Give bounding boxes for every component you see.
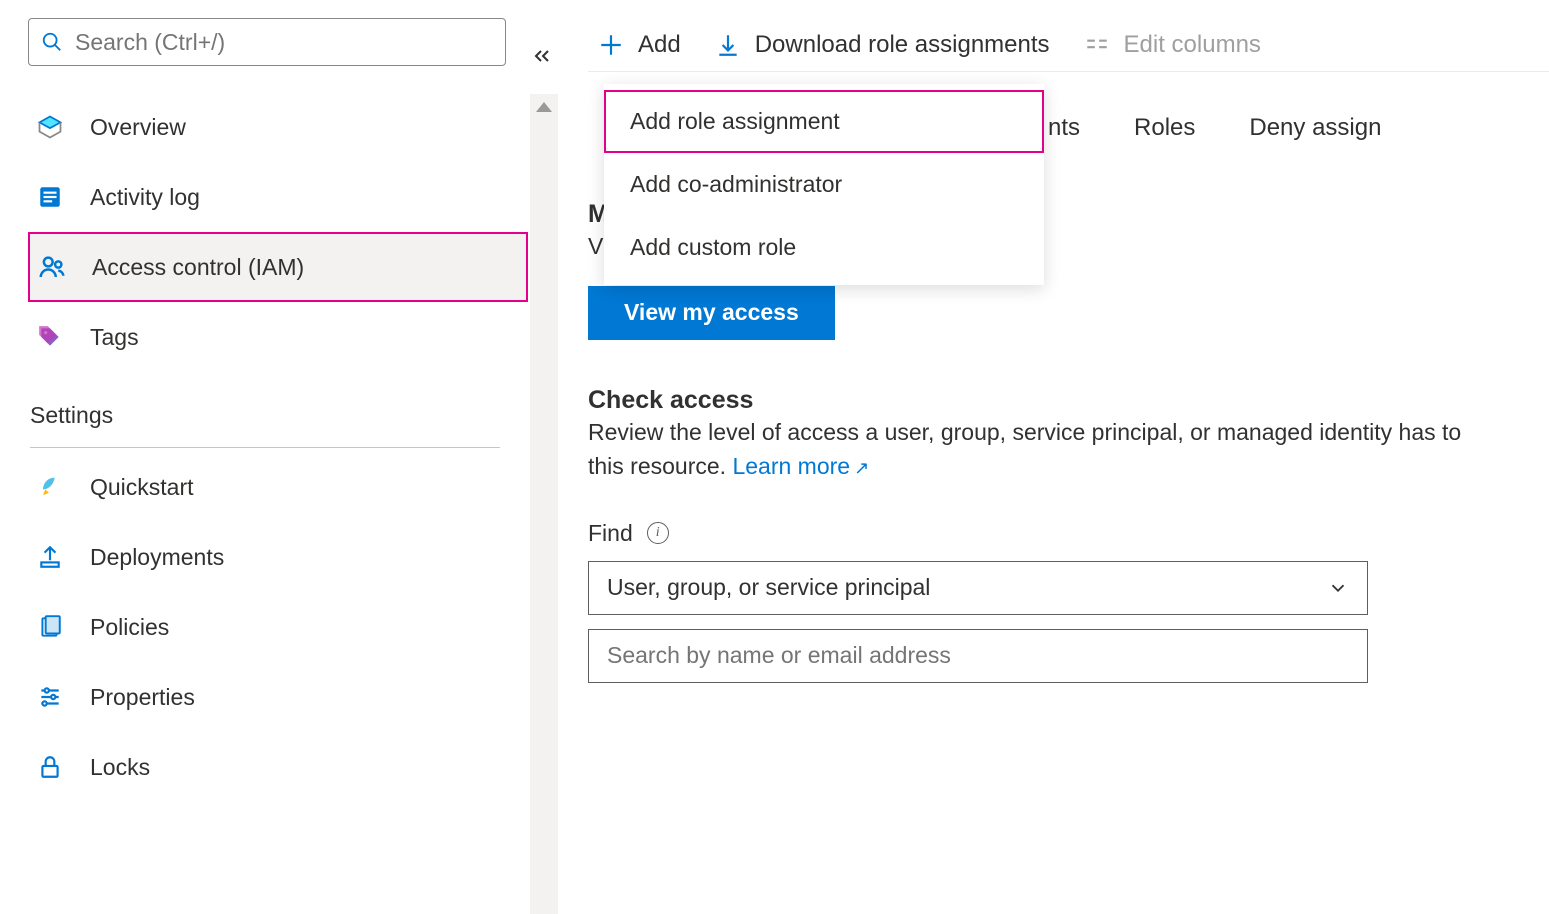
sidebar-item-properties[interactable]: Properties [28,662,528,732]
add-button[interactable]: Add [588,23,691,67]
sliders-icon [34,681,66,713]
lock-icon [34,751,66,783]
menu-item-add-custom-role[interactable]: Add custom role [604,216,1044,279]
find-search-field[interactable] [607,642,1349,669]
sidebar-item-policies[interactable]: Policies [28,592,528,662]
sidebar-item-deployments[interactable]: Deployments [28,522,528,592]
upload-icon [34,541,66,573]
plus-icon [598,32,624,58]
download-icon [715,32,741,58]
learn-more-link[interactable]: Learn more [732,453,850,479]
quickstart-icon [34,471,66,503]
view-my-access-button[interactable]: View my access [588,286,835,340]
sidebar-item-label: Locks [90,754,150,781]
columns-icon [1084,32,1110,58]
sidebar-item-label: Properties [90,684,195,711]
sidebar-item-label: Access control (IAM) [92,254,304,281]
sidebar-item-tags[interactable]: Tags [28,302,528,372]
add-button-label: Add [638,31,681,59]
cube-icon [34,111,66,143]
menu-item-add-co-administrator[interactable]: Add co-administrator [604,153,1044,216]
find-label: Find i [588,520,1549,547]
info-icon[interactable]: i [647,522,669,544]
sidebar-item-label: Policies [90,614,169,641]
toolbar: Add Download role assignments Edit colum… [588,18,1549,72]
check-access-heading: Check access [588,386,1549,415]
edit-columns-button[interactable]: Edit columns [1074,23,1271,67]
sidebar-item-label: Deployments [90,544,224,571]
sidebar-item-label: Tags [90,324,139,351]
tab-deny-assignments[interactable]: Deny assign [1249,114,1381,142]
tabs: nts Roles Deny assign [1048,114,1549,142]
sidebar-item-access-control[interactable]: Access control (IAM) [28,232,528,302]
tab-partial[interactable]: nts [1048,114,1080,142]
tag-icon [34,321,66,353]
search-input-field[interactable] [75,29,493,56]
add-dropdown-menu: Add role assignment Add co-administrator… [604,84,1044,285]
policies-icon [34,611,66,643]
find-type-select[interactable]: User, group, or service principal [588,561,1368,615]
check-access-description: Review the level of access a user, group… [588,415,1488,484]
sidebar-item-label: Quickstart [90,474,194,501]
main-content: Add Download role assignments Edit colum… [540,0,1549,894]
external-link-icon: ↗ [854,458,869,478]
edit-columns-label: Edit columns [1124,31,1261,59]
tab-roles[interactable]: Roles [1134,114,1195,142]
sidebar-item-overview[interactable]: Overview [28,92,528,162]
sidebar-item-activity-log[interactable]: Activity log [28,162,528,232]
sidebar-item-label: Activity log [90,184,200,211]
sidebar-section-settings: Settings [30,402,500,448]
sidebar-item-label: Overview [90,114,186,141]
sidebar-item-locks[interactable]: Locks [28,732,528,802]
nav-list: Overview Activity log Access control (IA… [28,92,528,802]
find-type-value: User, group, or service principal [607,574,930,601]
menu-item-add-role-assignment[interactable]: Add role assignment [604,90,1044,153]
sidebar: Overview Activity log Access control (IA… [0,0,540,894]
sidebar-item-quickstart[interactable]: Quickstart [28,452,528,522]
people-icon [36,251,68,283]
chevron-down-icon [1327,577,1349,599]
find-search-input[interactable] [588,629,1368,683]
search-input[interactable] [28,18,506,66]
download-button[interactable]: Download role assignments [705,23,1060,67]
log-icon [34,181,66,213]
search-icon [41,31,63,53]
download-button-label: Download role assignments [755,31,1050,59]
